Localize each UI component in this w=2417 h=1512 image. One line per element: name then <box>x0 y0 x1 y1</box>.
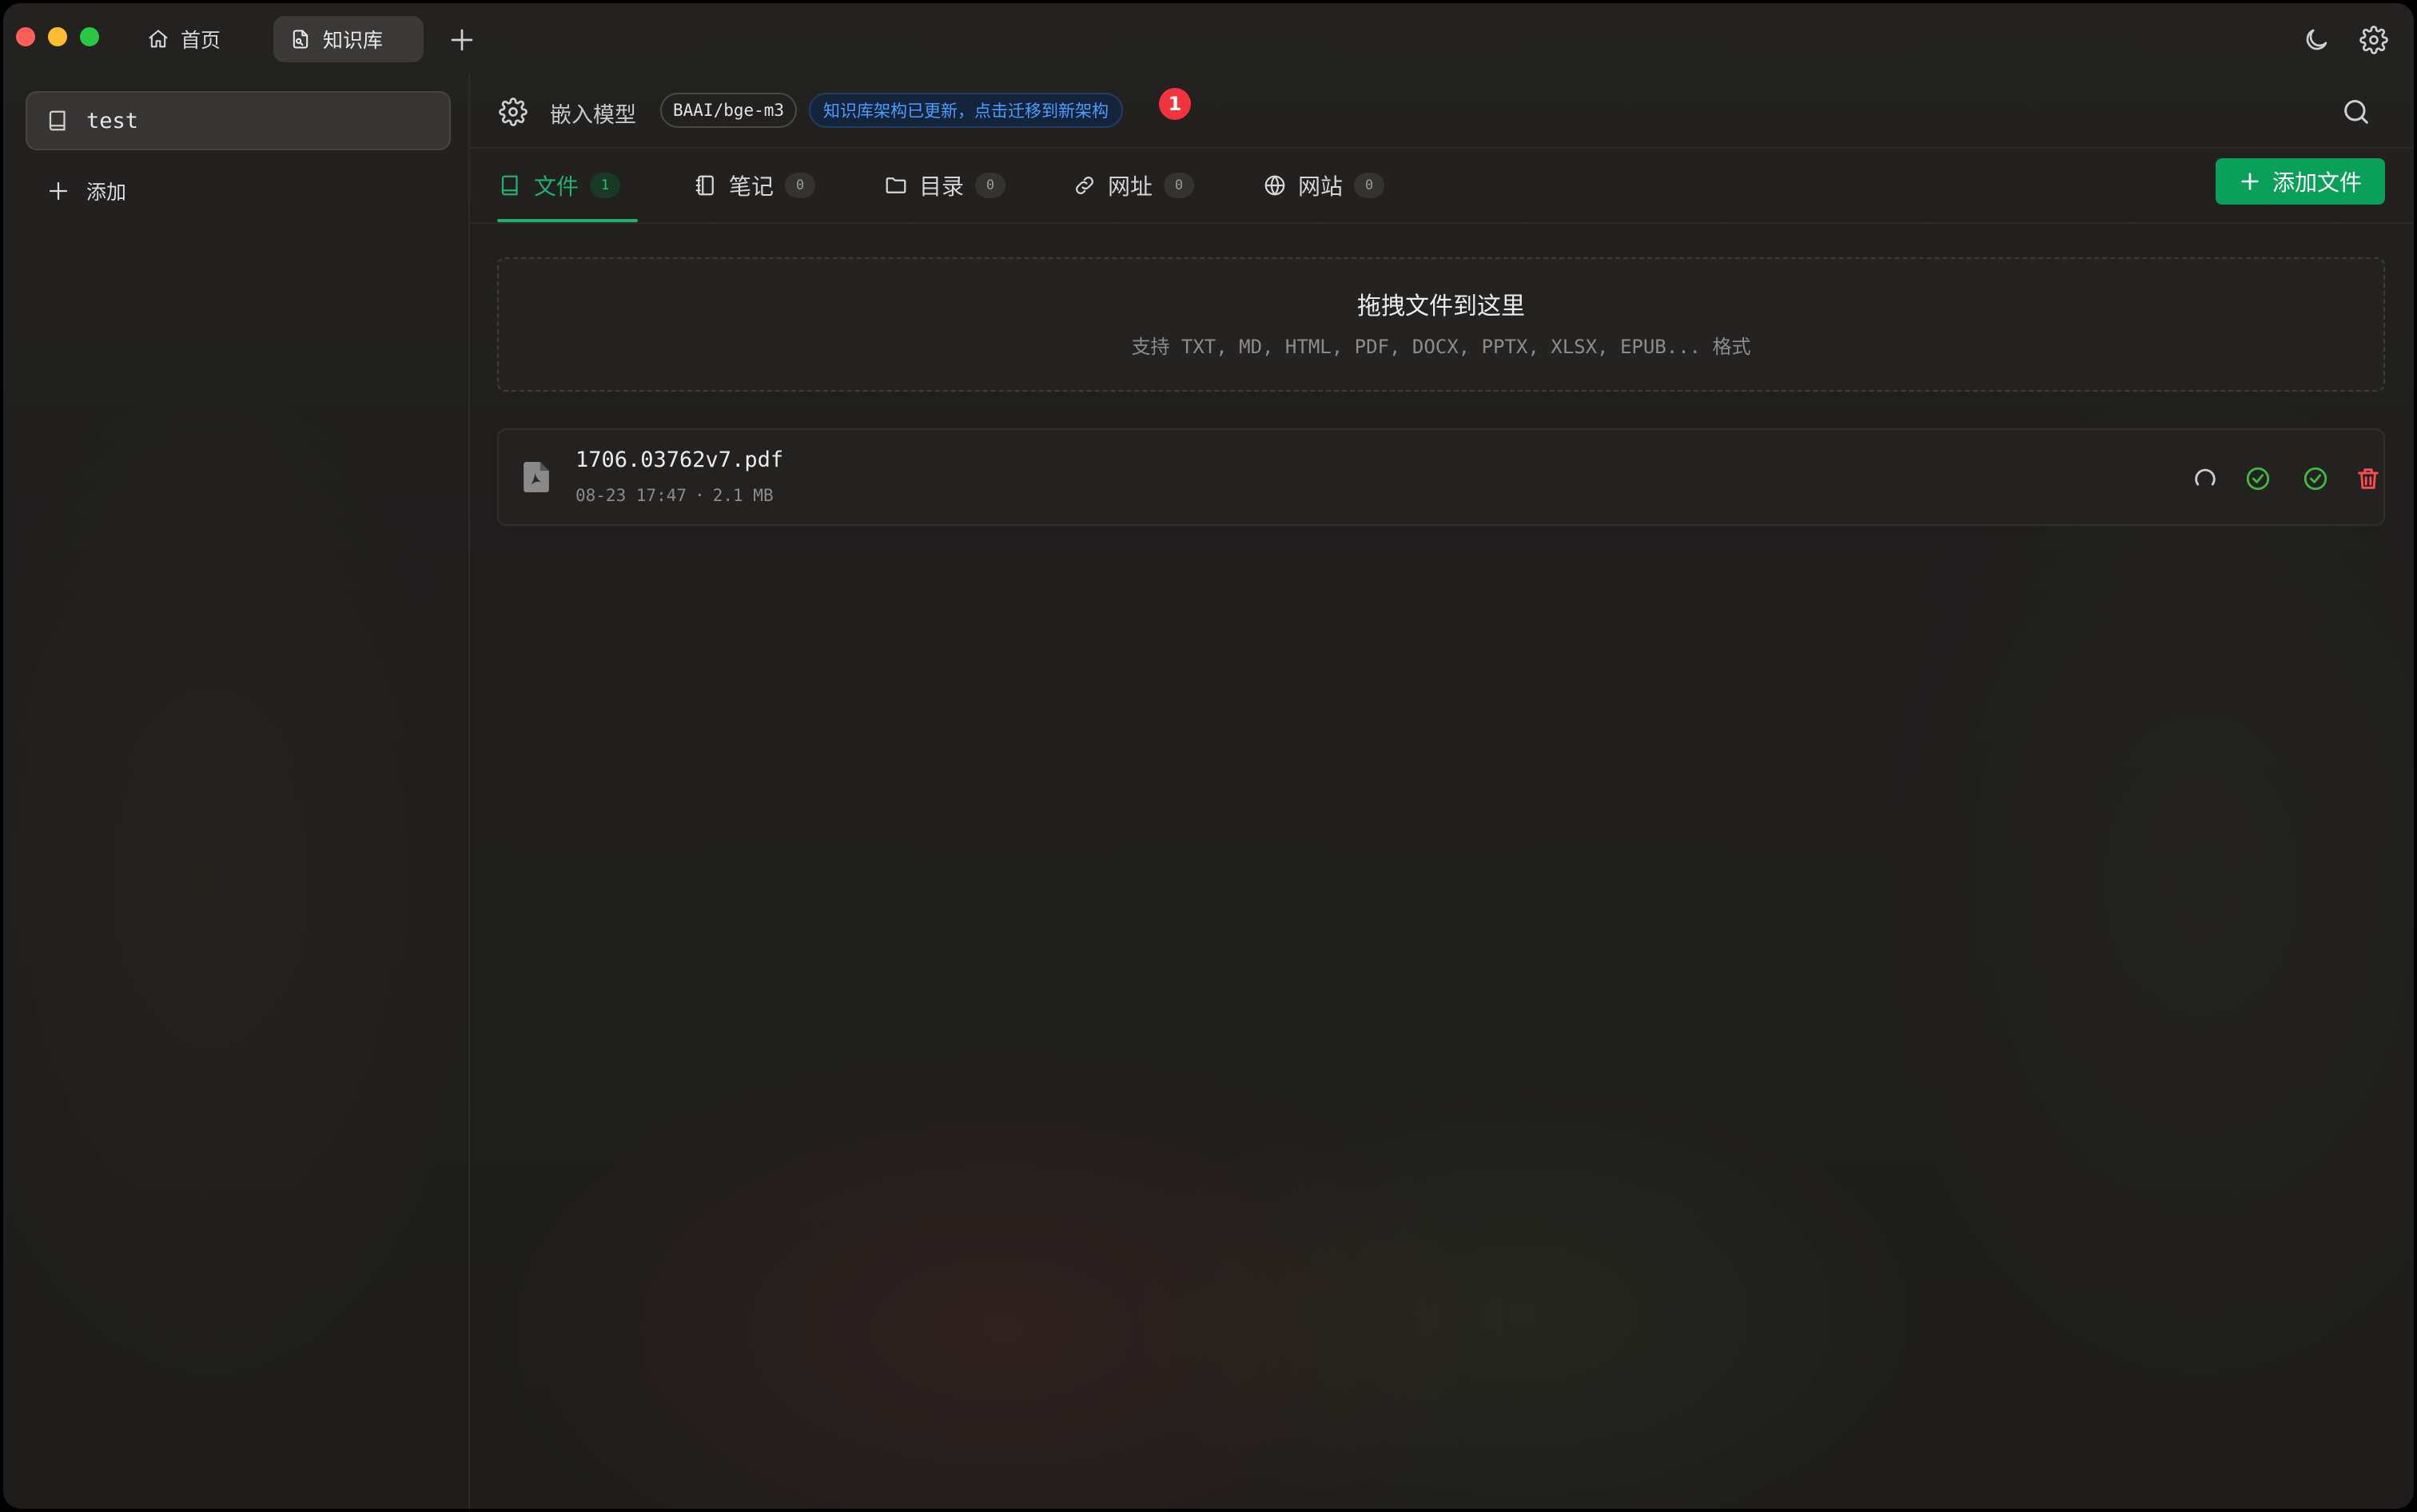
tab-urls[interactable]: 网址 0 <box>1073 149 1195 222</box>
add-file-button[interactable]: 添加文件 <box>2216 158 2385 205</box>
close-window-button[interactable] <box>16 27 35 46</box>
moon-icon[interactable] <box>2302 26 2331 54</box>
check-circle-icon <box>2246 467 2270 491</box>
add-label: 添加 <box>86 181 127 204</box>
tab-home-label: 首页 <box>181 29 221 52</box>
minimize-window-button[interactable] <box>48 27 67 46</box>
dropzone-supported-formats: 支持 TXT, MD, HTML, PDF, DOCX, PPTX, XLSX,… <box>1131 336 1751 358</box>
file-meta: 08-23 17:47 · 2.1 MB <box>575 486 774 505</box>
app-window: 首页 知识库 test 添加 嵌入模型 BAAI/bge-m3 知识库架构已更新… <box>3 3 2414 1509</box>
gear-icon[interactable] <box>2359 26 2388 54</box>
tab-directories[interactable]: 目录 0 <box>884 149 1006 222</box>
file-list-item[interactable]: 1706.03762v7.pdf 08-23 17:47 · 2.1 MB <box>497 428 2385 526</box>
title-bar: 首页 知识库 <box>3 3 2414 74</box>
new-tab-plus-icon[interactable] <box>448 26 476 54</box>
plus-icon <box>2241 173 2259 190</box>
file-size: 2.1 MB <box>712 486 774 505</box>
tab-websites[interactable]: 网站 0 <box>1263 149 1385 222</box>
file-date: 08-23 17:47 <box>575 486 687 505</box>
add-knowledge-base-button[interactable]: 添加 <box>46 173 126 209</box>
link-icon <box>1076 177 1093 194</box>
notification-badge: 1 <box>1159 88 1191 120</box>
notebook-icon <box>695 175 714 196</box>
tab-directories-count: 0 <box>975 173 1006 198</box>
file-name: 1706.03762v7.pdf <box>575 448 784 472</box>
check-circle-icon <box>2304 467 2327 491</box>
pdf-file-icon <box>524 462 549 492</box>
meta-separator: · <box>695 486 705 505</box>
file-dropzone[interactable]: 拖拽文件到这里 支持 TXT, MD, HTML, PDF, DOCX, PPT… <box>497 257 2385 392</box>
book-icon <box>501 175 518 196</box>
main-content: 嵌入模型 BAAI/bge-m3 知识库架构已更新，点击迁移到新架构 1 文件 … <box>470 74 2414 1509</box>
content-type-tabs: 文件 1 笔记 0 目录 0 网址 0 网站 0 <box>470 149 2414 224</box>
active-tab-indicator <box>497 219 638 222</box>
tab-files-count: 1 <box>590 173 621 198</box>
tab-files-label: 文件 <box>534 173 579 200</box>
dropzone-title: 拖拽文件到这里 <box>1357 292 1525 320</box>
tab-urls-label: 网址 <box>1108 173 1153 200</box>
tab-notes-count: 0 <box>785 173 816 198</box>
maximize-window-button[interactable] <box>80 27 99 46</box>
tab-directories-label: 目录 <box>919 173 965 200</box>
refresh-icon[interactable] <box>2192 465 2219 492</box>
plus-icon <box>49 181 68 201</box>
tab-files[interactable]: 文件 1 <box>499 149 621 222</box>
knowledge-base-sidebar: test 添加 <box>3 74 470 1509</box>
tab-knowledge-base[interactable]: 知识库 <box>273 16 424 62</box>
migration-notice-link[interactable]: 知识库架构已更新，点击迁移到新架构 <box>809 93 1123 128</box>
window-controls <box>16 27 99 46</box>
knowledge-file-icon <box>293 30 309 49</box>
embedding-model-label: 嵌入模型 <box>550 103 636 128</box>
book-icon <box>49 110 66 131</box>
tab-notes-label: 笔记 <box>729 173 774 200</box>
tab-websites-label: 网站 <box>1298 173 1344 200</box>
settings-gear-icon[interactable] <box>499 97 528 126</box>
search-icon[interactable] <box>2340 96 2372 128</box>
sidebar-item-label: test <box>86 108 139 133</box>
folder-icon <box>886 177 906 193</box>
embedding-model-tag: BAAI/bge-m3 <box>660 93 798 128</box>
tab-urls-count: 0 <box>1164 173 1195 198</box>
tab-websites-count: 0 <box>1354 173 1385 198</box>
add-file-label: 添加文件 <box>2272 169 2362 196</box>
tab-knowledge-base-label: 知识库 <box>323 29 384 52</box>
embedding-model-bar: 嵌入模型 BAAI/bge-m3 知识库架构已更新，点击迁移到新架构 1 <box>470 74 2414 149</box>
home-icon <box>149 30 168 48</box>
tab-notes[interactable]: 笔记 0 <box>694 149 816 222</box>
delete-trash-icon[interactable] <box>2355 465 2382 492</box>
globe-icon <box>1264 175 1285 196</box>
tab-home[interactable]: 首页 <box>131 16 237 62</box>
sidebar-item-test[interactable]: test <box>26 91 451 150</box>
